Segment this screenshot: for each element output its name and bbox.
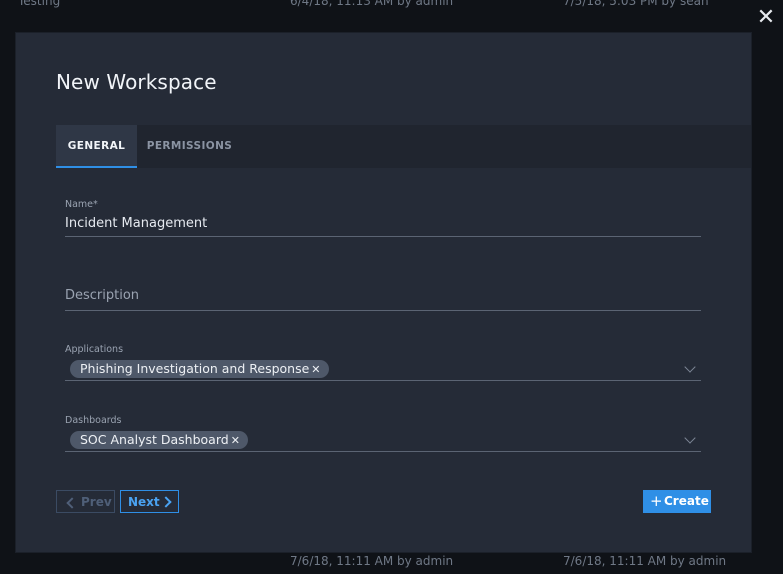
description-placeholder: Description <box>65 288 140 303</box>
chevron-down-icon[interactable] <box>684 361 696 373</box>
close-icon[interactable]: ✕ <box>231 434 240 447</box>
name-label: Name* <box>65 199 98 210</box>
next-button[interactable]: Next <box>120 490 179 513</box>
tab-permissions[interactable]: PERMISSIONS <box>137 125 242 168</box>
create-button[interactable]: + Create <box>643 490 711 513</box>
new-workspace-modal: New Workspace GENERAL PERMISSIONS Name* … <box>16 33 751 552</box>
bg-row-name: Testing <box>18 0 61 8</box>
application-chip: Phishing Investigation and Response ✕ <box>70 360 329 378</box>
tab-bar: GENERAL PERMISSIONS <box>56 125 751 168</box>
plus-icon: + <box>650 492 663 510</box>
dashboard-chip-label: SOC Analyst Dashboard <box>80 432 229 447</box>
dashboard-chip: SOC Analyst Dashboard ✕ <box>70 431 248 449</box>
next-button-label: Next <box>128 495 160 509</box>
applications-select[interactable]: Phishing Investigation and Response ✕ <box>65 358 701 381</box>
bg-row-created: 7/6/18, 11:11 AM by admin <box>290 554 454 568</box>
modal-title: New Workspace <box>56 70 217 94</box>
bg-row-created: 6/4/18, 11:13 AM by admin <box>290 0 454 8</box>
prev-button-label: Prev <box>81 495 112 509</box>
dashboards-select[interactable]: SOC Analyst Dashboard ✕ <box>65 429 701 452</box>
chevron-right-icon <box>160 496 172 508</box>
chevron-down-icon[interactable] <box>684 432 696 444</box>
prev-button[interactable]: Prev <box>56 490 115 513</box>
application-chip-label: Phishing Investigation and Response <box>80 361 310 376</box>
name-value: Incident Management <box>65 216 208 231</box>
bg-row-modified: 7/6/18, 11:11 AM by admin <box>563 554 727 568</box>
bg-row-modified: 7/5/18, 5:03 PM by sean <box>563 0 709 8</box>
name-field[interactable]: Incident Management <box>65 215 701 237</box>
tab-general[interactable]: GENERAL <box>56 125 137 168</box>
close-icon[interactable]: ✕ <box>754 6 778 30</box>
applications-label: Applications <box>65 344 124 355</box>
chevron-left-icon <box>66 497 78 509</box>
close-icon[interactable]: ✕ <box>311 363 320 376</box>
dashboards-label: Dashboards <box>65 415 122 426</box>
description-field[interactable]: Description <box>65 285 701 311</box>
create-button-label: Create <box>664 494 709 508</box>
